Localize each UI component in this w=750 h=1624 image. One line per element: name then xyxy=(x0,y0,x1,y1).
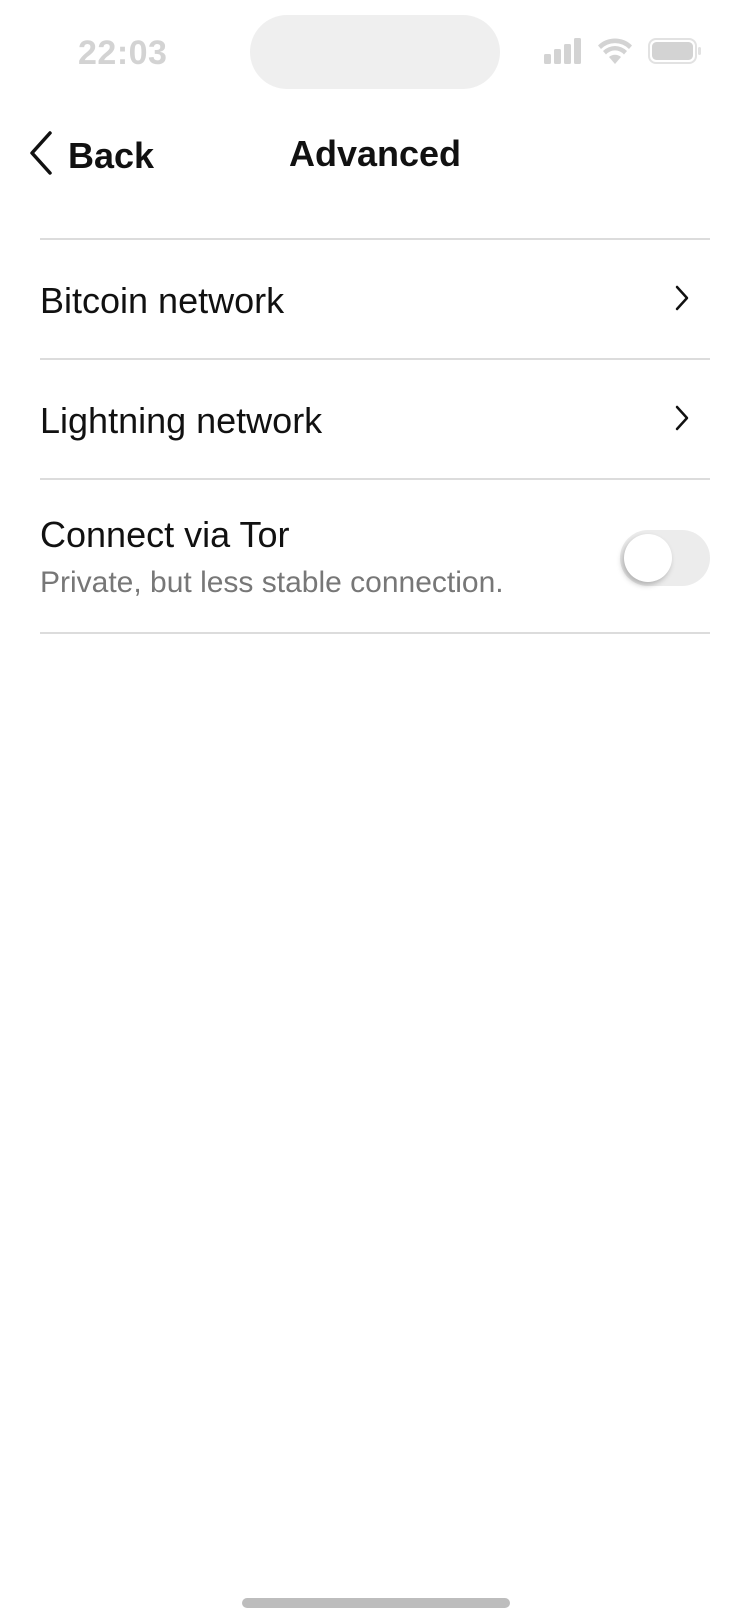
status-bar: 22:03 xyxy=(0,0,750,104)
settings-list: Bitcoin network Lightning network Connec… xyxy=(40,238,710,634)
back-label: Back xyxy=(68,134,155,176)
home-indicator[interactable] xyxy=(242,1598,510,1608)
bitcoin-network-row[interactable]: Bitcoin network xyxy=(40,240,710,360)
bitcoin-network-label: Bitcoin network xyxy=(40,280,285,321)
connect-via-tor-row: Connect via Tor Private, but less stable… xyxy=(40,480,710,634)
wifi-icon xyxy=(598,38,632,69)
status-icons xyxy=(544,38,702,69)
connect-via-tor-label: Connect via Tor xyxy=(40,514,290,555)
chevron-right-icon xyxy=(674,404,690,437)
chevron-left-icon xyxy=(28,130,54,181)
tor-toggle[interactable] xyxy=(620,530,710,586)
connect-via-tor-subtitle: Private, but less stable connection. xyxy=(40,566,504,599)
battery-icon xyxy=(648,38,702,69)
back-button[interactable]: Back xyxy=(28,130,154,181)
status-time: 22:03 xyxy=(78,34,168,72)
lightning-network-label: Lightning network xyxy=(40,400,323,441)
lightning-network-row[interactable]: Lightning network xyxy=(40,360,710,480)
dynamic-island xyxy=(250,15,500,89)
cellular-signal-icon xyxy=(544,38,582,69)
toggle-knob xyxy=(624,534,672,582)
nav-bar: Advanced Back xyxy=(0,118,750,188)
chevron-right-icon xyxy=(674,284,690,317)
